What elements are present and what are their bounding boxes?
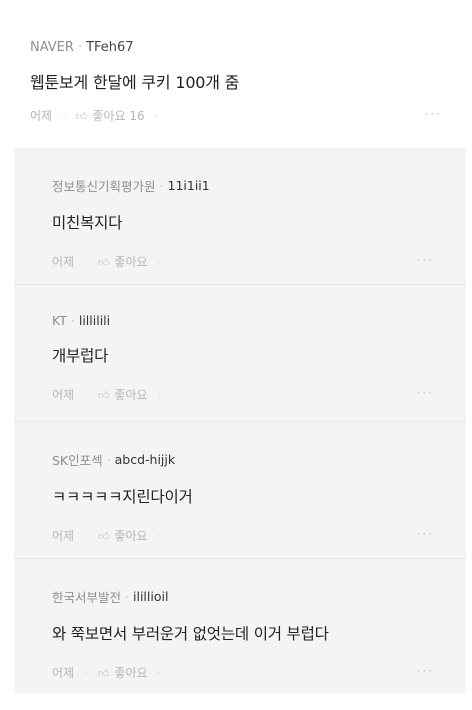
reply-body: 개부럽다 — [52, 347, 109, 365]
meta-separator: · — [77, 40, 83, 55]
reply-time: 어제 — [52, 529, 75, 543]
action-separator: · — [157, 528, 162, 543]
reply-actions: 어제 · 👍︎ 좋아요 · ··· — [52, 664, 450, 681]
thumbs-up-icon: 👍︎ — [75, 110, 88, 123]
meta-separator: · — [159, 178, 164, 193]
action-separator: · — [62, 108, 66, 123]
action-separator: · — [84, 254, 88, 269]
action-separator: · — [157, 387, 162, 402]
reply-list: 정보통신기획평가원 · 11i1ii1 미친복지다 어제 · 👍︎ 좋아요 · ·… — [14, 148, 466, 694]
like-label: 좋아요 — [114, 388, 148, 402]
reply-source: KT — [52, 313, 67, 328]
like-button[interactable]: 👍︎ 좋아요 — [98, 386, 148, 403]
like-label: 좋아요 — [114, 255, 148, 269]
reply-body: ㅋㅋㅋㅋㅋ지린다이거 — [52, 488, 193, 506]
meta-separator: · — [106, 452, 111, 467]
comment-body: 웹툰보게 한달에 쿠키 100개 줌 — [30, 73, 240, 92]
action-separator: · — [84, 665, 88, 680]
reply-nickname[interactable]: ilillioil — [133, 589, 168, 604]
reply-source: SK인포섹 — [52, 453, 103, 468]
reply-item: 정보통신기획평가원 · 11i1ii1 미친복지다 어제 · 👍︎ 좋아요 · ·… — [14, 148, 466, 285]
reply-meta: KT · lillilili — [52, 313, 450, 328]
reply-body: 미친복지다 — [52, 214, 123, 232]
like-button[interactable]: 👍︎ 좋아요 — [98, 527, 148, 544]
reply-actions: 어제 · 👍︎ 좋아요 · ··· — [52, 253, 450, 270]
reply-item: KT · lillilili 개부럽다 어제 · 👍︎ 좋아요 · ··· — [14, 285, 466, 422]
action-separator: · — [157, 254, 162, 269]
like-label: 좋아요 — [114, 529, 148, 543]
more-dots-icon[interactable]: ··· — [417, 253, 434, 267]
comment-source: NAVER — [30, 40, 74, 55]
reply-nickname[interactable]: lillilili — [79, 313, 110, 328]
reply-item: 한국서부발전 · ilillioil 와 쭉보면서 부러운거 없엇는데 이거 부… — [14, 559, 466, 696]
thumbs-up-icon: 👍︎ — [97, 256, 110, 269]
action-separator: · — [84, 528, 88, 543]
thumbs-up-icon: 👍︎ — [97, 667, 110, 680]
reply-actions: 어제 · 👍︎ 좋아요 · ··· — [52, 527, 450, 544]
reply-meta: SK인포섹 · abcd-hijjk — [52, 450, 450, 469]
reply-time: 어제 — [52, 255, 75, 269]
action-separator: · — [84, 387, 88, 402]
reply-time: 어제 — [52, 666, 75, 680]
comment-thread: NAVER · TFeh67 웹툰보게 한달에 쿠키 100개 줌 어제 · 👍… — [0, 0, 472, 710]
comment-actions: 어제 · 👍︎ 좋아요 16 · ··· — [30, 107, 442, 124]
more-dots-icon[interactable]: ··· — [425, 107, 442, 121]
action-separator: · — [157, 665, 162, 680]
reply-item: SK인포섹 · abcd-hijjk ㅋㅋㅋㅋㅋ지린다이거 어제 · 👍︎ 좋아요… — [14, 422, 466, 559]
thumbs-up-icon: 👍︎ — [97, 530, 110, 543]
reply-time: 어제 — [52, 388, 75, 402]
like-button[interactable]: 👍︎ 좋아요 — [98, 253, 148, 270]
reply-body: 와 쭉보면서 부러운거 없엇는데 이거 부럽다 — [52, 625, 329, 643]
like-button[interactable]: 👍︎ 좋아요 16 — [76, 107, 145, 124]
reply-source: 정보통신기획평가원 — [52, 179, 156, 194]
reply-meta: 정보통신기획평가원 · 11i1ii1 — [52, 176, 450, 195]
reply-nickname[interactable]: 11i1ii1 — [168, 178, 210, 193]
more-dots-icon[interactable]: ··· — [417, 386, 434, 400]
like-button[interactable]: 👍︎ 좋아요 — [98, 664, 148, 681]
meta-separator: · — [125, 589, 129, 604]
main-comment: NAVER · TFeh67 웹툰보게 한달에 쿠키 100개 줌 어제 · 👍… — [0, 0, 472, 123]
comment-meta: NAVER · TFeh67 — [30, 40, 442, 55]
more-dots-icon[interactable]: ··· — [417, 527, 434, 541]
comment-time: 어제 — [30, 109, 53, 123]
reply-actions: 어제 · 👍︎ 좋아요 · ··· — [52, 386, 450, 403]
like-label: 좋아요 16 — [92, 109, 145, 123]
comment-nickname[interactable]: TFeh67 — [86, 40, 134, 55]
reply-source: 한국서부발전 — [52, 590, 122, 605]
reply-nickname[interactable]: abcd-hijjk — [115, 452, 176, 467]
reply-meta: 한국서부발전 · ilillioil — [52, 587, 450, 606]
like-label: 좋아요 — [114, 666, 148, 680]
thumbs-up-icon: 👍︎ — [97, 389, 110, 402]
action-separator: · — [154, 108, 159, 123]
meta-separator: · — [70, 313, 75, 328]
more-dots-icon[interactable]: ··· — [417, 664, 434, 678]
